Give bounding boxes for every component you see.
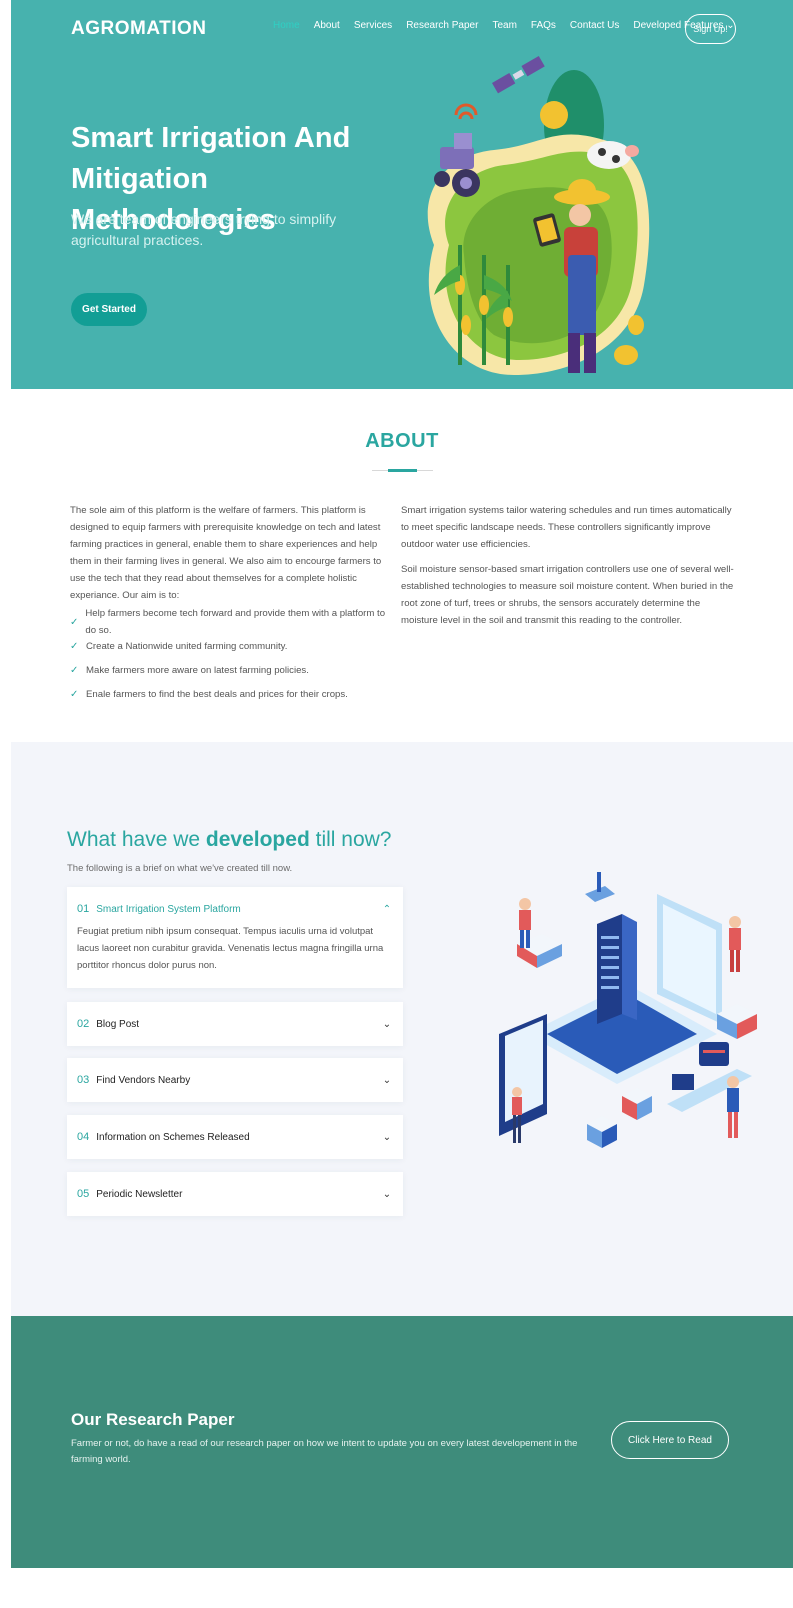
page: AGROMATION Home About Services Research … <box>11 0 793 1608</box>
research-text: Farmer or not, do have a read of our res… <box>71 1438 578 1465</box>
about-bullet-list: ✓ Help farmers become tech forward and p… <box>70 608 393 706</box>
research-section: Our Research Paper Farmer or not, do hav… <box>11 1316 793 1568</box>
chevron-down-icon[interactable]: ⌄ <box>381 1189 393 1200</box>
brand-logo[interactable]: AGROMATION <box>71 18 207 40</box>
about-right-column: Smart irrigation systems tailor watering… <box>401 502 737 629</box>
sign-up-button[interactable]: Sign Up! <box>685 14 736 44</box>
read-paper-button[interactable]: Click Here to Read <box>611 1421 729 1459</box>
accordion-item-schemes: 04 Information on Schemes Released ⌄ <box>67 1115 403 1159</box>
bullet-text: Help farmers become tech forward and pro… <box>85 608 386 636</box>
list-item: ✓ Help farmers become tech forward and p… <box>70 608 393 636</box>
chevron-down-icon[interactable]: ⌄ <box>381 1132 393 1143</box>
accordion-header[interactable]: 03 Find Vendors Nearby ⌄ <box>67 1058 403 1102</box>
developed-section: What have we developed till now? The fol… <box>11 742 793 1316</box>
bullet-text: Create a Nationwide united farming commu… <box>86 640 288 652</box>
accordion-label: Periodic Newsletter <box>96 1188 183 1200</box>
accordion-header[interactable]: 02 Blog Post ⌄ <box>67 1002 403 1046</box>
accordion-item-smart-irrigation: 01 Smart Irrigation System Platform ⌃ Fe… <box>67 887 403 988</box>
developed-title-pre: What have we <box>67 828 206 851</box>
accordion-number: 02 <box>77 1018 90 1030</box>
accordion-number: 04 <box>77 1131 90 1143</box>
accordion-body: Feugiat pretium nibh ipsum consequat. Te… <box>77 926 384 971</box>
list-item: ✓ Make farmers more aware on latest farm… <box>70 658 393 682</box>
main-nav: Home About Services Research Paper Team … <box>273 20 749 31</box>
accordion-item-blog-post: 02 Blog Post ⌄ <box>67 1002 403 1046</box>
bullet-text: Enale farmers to find the best deals and… <box>86 688 348 700</box>
developed-subtitle: The following is a brief on what we've c… <box>67 863 293 874</box>
accordion-header[interactable]: 04 Information on Schemes Released ⌄ <box>67 1115 403 1159</box>
developed-title-bold: developed <box>205 828 310 851</box>
research-title: Our Research Paper <box>71 1410 235 1429</box>
check-icon: ✓ <box>70 664 79 676</box>
about-paragraph-2: Soil moisture sensor-based smart irrigat… <box>401 564 734 626</box>
hero-section: AGROMATION Home About Services Research … <box>11 0 793 389</box>
accordion-label: Find Vendors Nearby <box>96 1074 191 1086</box>
developed-title-post: till now? <box>309 828 392 851</box>
accordion-label: Blog Post <box>96 1018 140 1030</box>
accordion-header[interactable]: 05 Periodic Newsletter ⌄ <box>67 1172 403 1216</box>
about-divider-accent <box>388 469 417 472</box>
check-icon: ✓ <box>70 616 79 628</box>
about-paragraph-1: Smart irrigation systems tailor watering… <box>401 505 732 550</box>
nav-contact-us[interactable]: Contact Us <box>570 20 619 31</box>
developed-title: What have we developed till now? <box>67 828 391 852</box>
accordion-number: 01 <box>77 903 90 915</box>
nav-services[interactable]: Services <box>354 20 392 31</box>
about-title: ABOUT <box>365 430 439 452</box>
bullet-text: Make farmers more aware on latest farmin… <box>86 664 309 676</box>
accordion-number: 05 <box>77 1188 90 1200</box>
farmer-illustration <box>427 56 650 375</box>
accordion-label: Information on Schemes Released <box>96 1131 250 1143</box>
accordion-item-newsletter: 05 Periodic Newsletter ⌄ <box>67 1172 403 1216</box>
chevron-down-icon[interactable]: ⌄ <box>381 1075 393 1086</box>
chevron-up-icon[interactable]: ⌃ <box>381 904 393 915</box>
accordion-item-find-vendors: 03 Find Vendors Nearby ⌄ <box>67 1058 403 1102</box>
get-started-button[interactable]: Get Started <box>71 293 147 326</box>
nav-faqs[interactable]: FAQs <box>531 20 556 31</box>
hero-subtitle: We are team of engineers trying to simpl… <box>71 211 337 248</box>
check-icon: ✓ <box>70 640 79 652</box>
about-intro-text: The sole aim of this platform is the wel… <box>70 505 382 601</box>
chevron-down-icon[interactable]: ⌄ <box>381 1019 393 1030</box>
accordion-label: Smart Irrigation System Platform <box>96 903 241 915</box>
nav-about[interactable]: About <box>314 20 340 31</box>
smart-city-illustration <box>499 872 757 1148</box>
nav-research-paper[interactable]: Research Paper <box>406 20 478 31</box>
accordion-number: 03 <box>77 1074 90 1086</box>
list-item: ✓ Enale farmers to find the best deals a… <box>70 682 393 706</box>
nav-team[interactable]: Team <box>492 20 516 31</box>
nav-home[interactable]: Home <box>273 20 300 31</box>
about-left-column: The sole aim of this platform is the wel… <box>70 502 393 706</box>
check-icon: ✓ <box>70 688 79 700</box>
